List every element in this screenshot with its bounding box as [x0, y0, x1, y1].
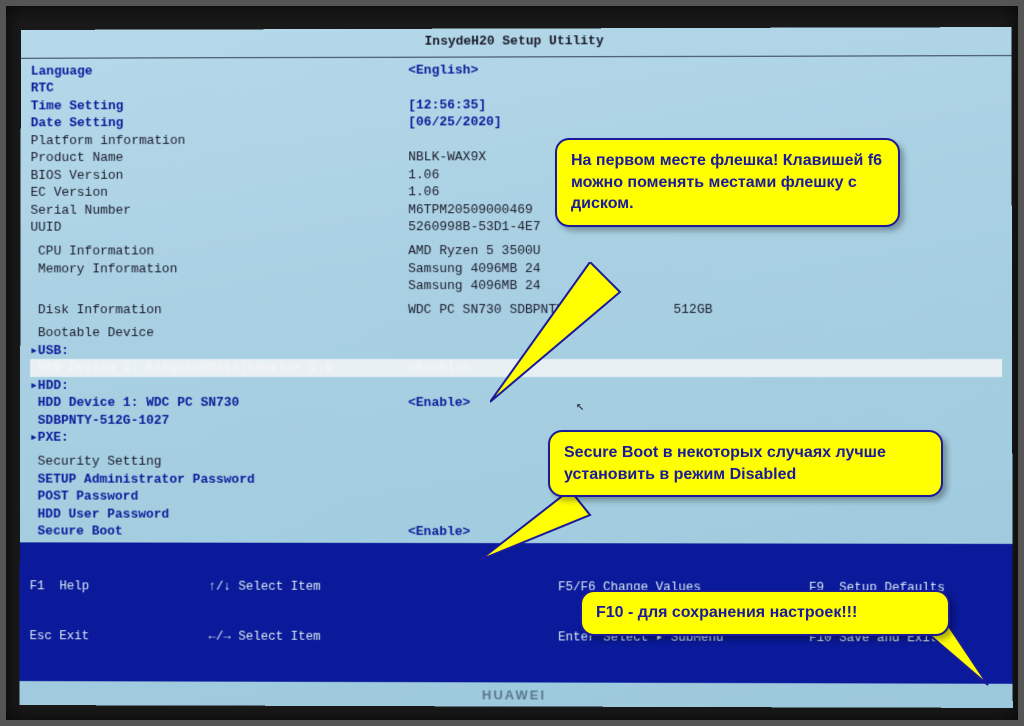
annotation-tail-2 [480, 490, 600, 570]
usb-submenu[interactable]: ▸USB: [30, 342, 408, 360]
usb-device-selected[interactable]: USB Device 1: KingstonDataTraveler 2.0 [30, 359, 408, 377]
hdd-submenu[interactable]: ▸HDD: [30, 377, 408, 395]
secure-boot[interactable]: Secure Boot [30, 523, 408, 541]
product-label: Product Name [31, 149, 409, 167]
hdd-device-2: SDBPNTY-512G-1027 [30, 412, 408, 430]
post-password[interactable]: POST Password [30, 488, 408, 506]
platform-label: Platform information [31, 131, 409, 149]
disk-label: Disk Information [30, 301, 408, 319]
bootable-label: Bootable Device [30, 324, 408, 342]
serial-label: Serial Number [30, 201, 408, 219]
date-value[interactable]: [06/25/2020] [408, 112, 1001, 131]
date-label[interactable]: Date Setting [31, 114, 409, 132]
annotation-secure-boot: Secure Boot в некоторых случаях лучше ус… [548, 430, 943, 497]
security-label: Security Setting [30, 453, 408, 471]
ec-label: EC Version [31, 184, 409, 202]
memory-label: Memory Information [30, 260, 408, 278]
f1-help: F1 Help [30, 578, 209, 595]
bios-label: BIOS Version [31, 166, 409, 184]
annotation-f10-save: F10 - для сохранения настроек!!! [580, 590, 950, 636]
hdd-device[interactable]: HDD Device 1: WDC PC SN730 [30, 394, 408, 412]
uuid-label: UUID [30, 219, 408, 237]
utility-title: InsydeH20 Setup Utility [21, 27, 1012, 58]
time-value[interactable]: [12:56:35] [408, 95, 1001, 114]
time-label[interactable]: Time Setting [31, 96, 409, 114]
rtc-label: RTC [31, 79, 409, 97]
language-value[interactable]: <English> [408, 60, 1001, 79]
brand-logo: HUAWEI [19, 686, 1012, 706]
cpu-label: CPU Information [30, 242, 408, 260]
annotation-usb-first: На первом месте флешка! Клавишей f6 можн… [555, 138, 900, 227]
language-label[interactable]: Language [31, 61, 409, 79]
select-item-horiz: ←/→ Select Item [208, 629, 558, 647]
setup-admin-password[interactable]: SETUP Administrator Password [30, 470, 408, 488]
pxe-submenu[interactable]: ▸PXE: [30, 429, 408, 447]
hdd-user-password[interactable]: HDD User Password [30, 505, 408, 523]
cpu-value: AMD Ryzen 5 3500U [408, 242, 1002, 260]
annotation-tail-1 [490, 262, 630, 412]
select-item-vert: ↑/↓ Select Item [209, 578, 558, 596]
esc-exit: Esc Exit [29, 629, 208, 646]
